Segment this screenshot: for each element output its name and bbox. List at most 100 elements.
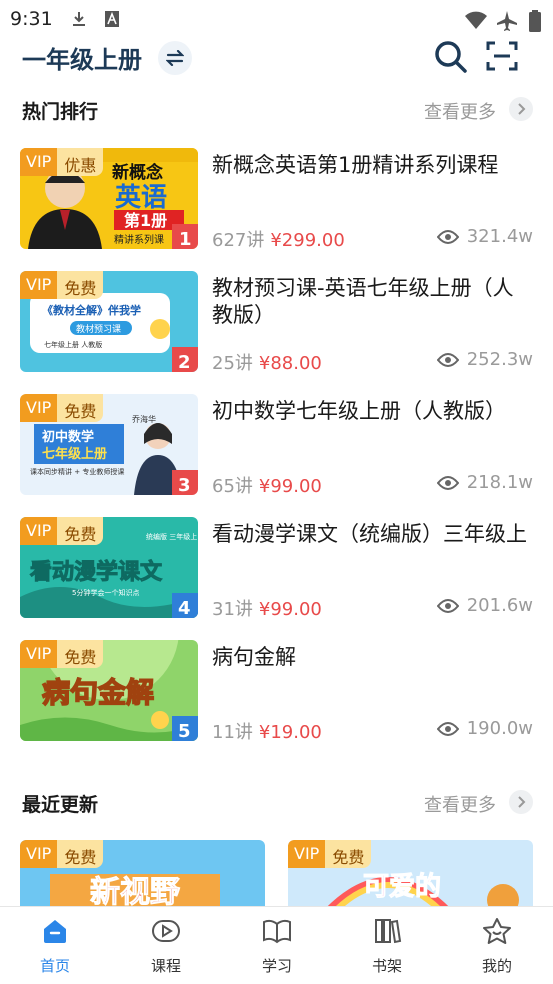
eye-icon — [436, 352, 459, 367]
view-count-value: 321.4w — [466, 226, 533, 247]
vip-tag: VIP 免费 — [288, 840, 372, 868]
vip-tag: VIP 免费 — [20, 394, 104, 422]
tab-courses[interactable]: 课程 — [126, 917, 206, 976]
vip-tag: VIP 免费 — [20, 271, 104, 299]
thumb-text: 乔海华 — [132, 414, 156, 424]
thumb-text: 统编版 三年级上 — [146, 532, 197, 541]
thumb-text: 初中数学 — [42, 429, 94, 445]
tab-label: 首页 — [39, 957, 70, 975]
course-meta: 31讲 ¥99.00 — [212, 595, 322, 621]
app-header: 一年级上册 — [0, 38, 553, 78]
tab-label: 我的 — [481, 957, 512, 975]
vip-label: VIP — [20, 271, 58, 299]
chevron-right-icon — [518, 796, 526, 808]
scan-icon[interactable] — [486, 40, 518, 72]
tab-bookshelf[interactable]: 书架 — [347, 917, 427, 976]
vip-label: VIP — [20, 640, 58, 668]
home-icon — [44, 920, 66, 943]
thumb-text: 看动漫学课文 — [30, 559, 163, 585]
recent-course-card[interactable]: 新视野 VIP 免费 — [20, 840, 265, 910]
chevron-right-icon — [518, 103, 526, 115]
rank-number: 1 — [179, 229, 192, 249]
view-count-value: 190.0w — [466, 718, 533, 739]
tab-label: 书架 — [371, 957, 402, 975]
eye-icon — [436, 598, 459, 613]
list-item[interactable]: 初中数学 七年级上册 课本同步精讲 + 专业教师授课 乔海华 3 VIP 免费 初… — [0, 394, 553, 498]
view-count: 252.3w — [436, 349, 533, 370]
course-title: 新概念英语第1册精讲系列课程 — [212, 153, 499, 177]
lesson-count: 31讲 — [212, 599, 253, 620]
course-price: ¥299.00 — [270, 230, 345, 251]
list-item[interactable]: 《教材全解》伴我学 教材预习课 七年级上册 人教版 2 VIP 免费 教材预习课-… — [0, 271, 553, 375]
thumb-text: 可爱的 — [363, 871, 441, 902]
thumb-text: 英语 — [115, 183, 167, 213]
view-count: 190.0w — [436, 718, 533, 739]
eye-icon — [436, 721, 459, 736]
tab-label: 学习 — [261, 957, 292, 975]
recent-course-card[interactable]: 可爱的 VIP 免费 — [288, 840, 533, 910]
course-price: ¥88.00 — [258, 353, 322, 374]
list-item[interactable]: 病句金解 5 VIP 免费 病句金解 11讲 ¥19.00 190.0w — [0, 640, 553, 744]
view-count-value: 218.1w — [466, 472, 533, 493]
wifi-icon — [465, 11, 487, 29]
thumb-text: 第1册 — [124, 211, 167, 230]
thumb-text: 课本同步精讲 + 专业教师授课 — [30, 467, 124, 476]
download-icon — [73, 12, 85, 26]
vip-tag: VIP 免费 — [20, 517, 104, 545]
course-price: ¥19.00 — [258, 722, 322, 743]
course-price: ¥99.00 — [258, 599, 322, 620]
tab-label: 课程 — [150, 957, 181, 975]
bottom-tab-bar: 首页 课程 学习 书架 我的 — [0, 906, 553, 984]
list-item[interactable]: 新概念 英语 第1册 精讲系列课 1 VIP 优惠 新概念英语第1册精讲系列课程 … — [0, 148, 553, 252]
hot-section-title: 热门排行 — [22, 101, 99, 123]
rank-number: 2 — [178, 352, 191, 372]
price-tag-label: 优惠 — [57, 148, 104, 176]
vip-label: VIP — [20, 840, 58, 868]
price-tag-label: 免费 — [57, 394, 104, 422]
hot-more-link[interactable]: 查看更多 — [424, 98, 496, 124]
thumb-text: 七年级上册 — [42, 446, 107, 462]
view-count: 218.1w — [436, 472, 533, 493]
price-tag-label: 免费 — [325, 840, 372, 868]
recent-more-link[interactable]: 查看更多 — [424, 791, 496, 817]
course-meta: 627讲 ¥299.00 — [212, 226, 345, 252]
rank-number: 4 — [178, 598, 191, 618]
vip-label: VIP — [288, 840, 326, 868]
price-tag-label: 免费 — [57, 271, 104, 299]
vip-tag: VIP 免费 — [20, 840, 104, 868]
thumb-text: 新视野 — [90, 875, 180, 910]
course-meta: 25讲 ¥88.00 — [212, 349, 322, 375]
hot-more-button[interactable] — [509, 97, 533, 121]
vip-label: VIP — [20, 517, 58, 545]
lesson-count: 11讲 — [212, 722, 253, 743]
battery-icon — [529, 10, 541, 32]
price-tag-label: 免费 — [57, 517, 104, 545]
price-tag-label: 免费 — [57, 840, 104, 868]
switch-grade-button[interactable] — [158, 41, 192, 75]
tab-home[interactable]: 首页 — [15, 917, 95, 976]
course-price: ¥99.00 — [258, 476, 322, 497]
view-count-value: 252.3w — [466, 349, 533, 370]
tab-study[interactable]: 学习 — [237, 917, 317, 976]
font-icon — [105, 11, 119, 27]
airplane-icon — [497, 11, 517, 31]
thumb-text: 病句金解 — [42, 676, 154, 709]
thumb-text: 教材预习课 — [76, 323, 121, 335]
lesson-count: 25讲 — [212, 353, 253, 374]
search-icon[interactable] — [434, 40, 468, 74]
bookshelf-icon — [375, 919, 402, 944]
thumb-text: 5分钟学会一个知识点 — [72, 588, 139, 597]
page-title: 一年级上册 — [22, 46, 142, 74]
vip-label: VIP — [20, 148, 58, 176]
course-title: 看动漫学课文（统编版）三年级上 — [212, 522, 527, 546]
course-title: 初中数学七年级上册（人教版） — [212, 399, 506, 423]
thumb-text: 新概念 — [112, 162, 163, 183]
lesson-count: 65讲 — [212, 476, 253, 497]
eye-icon — [436, 229, 459, 244]
recent-more-button[interactable] — [509, 790, 533, 814]
switch-icon — [166, 50, 184, 66]
view-count: 321.4w — [436, 226, 533, 247]
tab-profile[interactable]: 我的 — [457, 917, 537, 976]
list-item[interactable]: 看动漫学课文 统编版 三年级上 5分钟学会一个知识点 4 VIP 免费 看动漫学课… — [0, 517, 553, 621]
star-icon — [483, 918, 511, 944]
